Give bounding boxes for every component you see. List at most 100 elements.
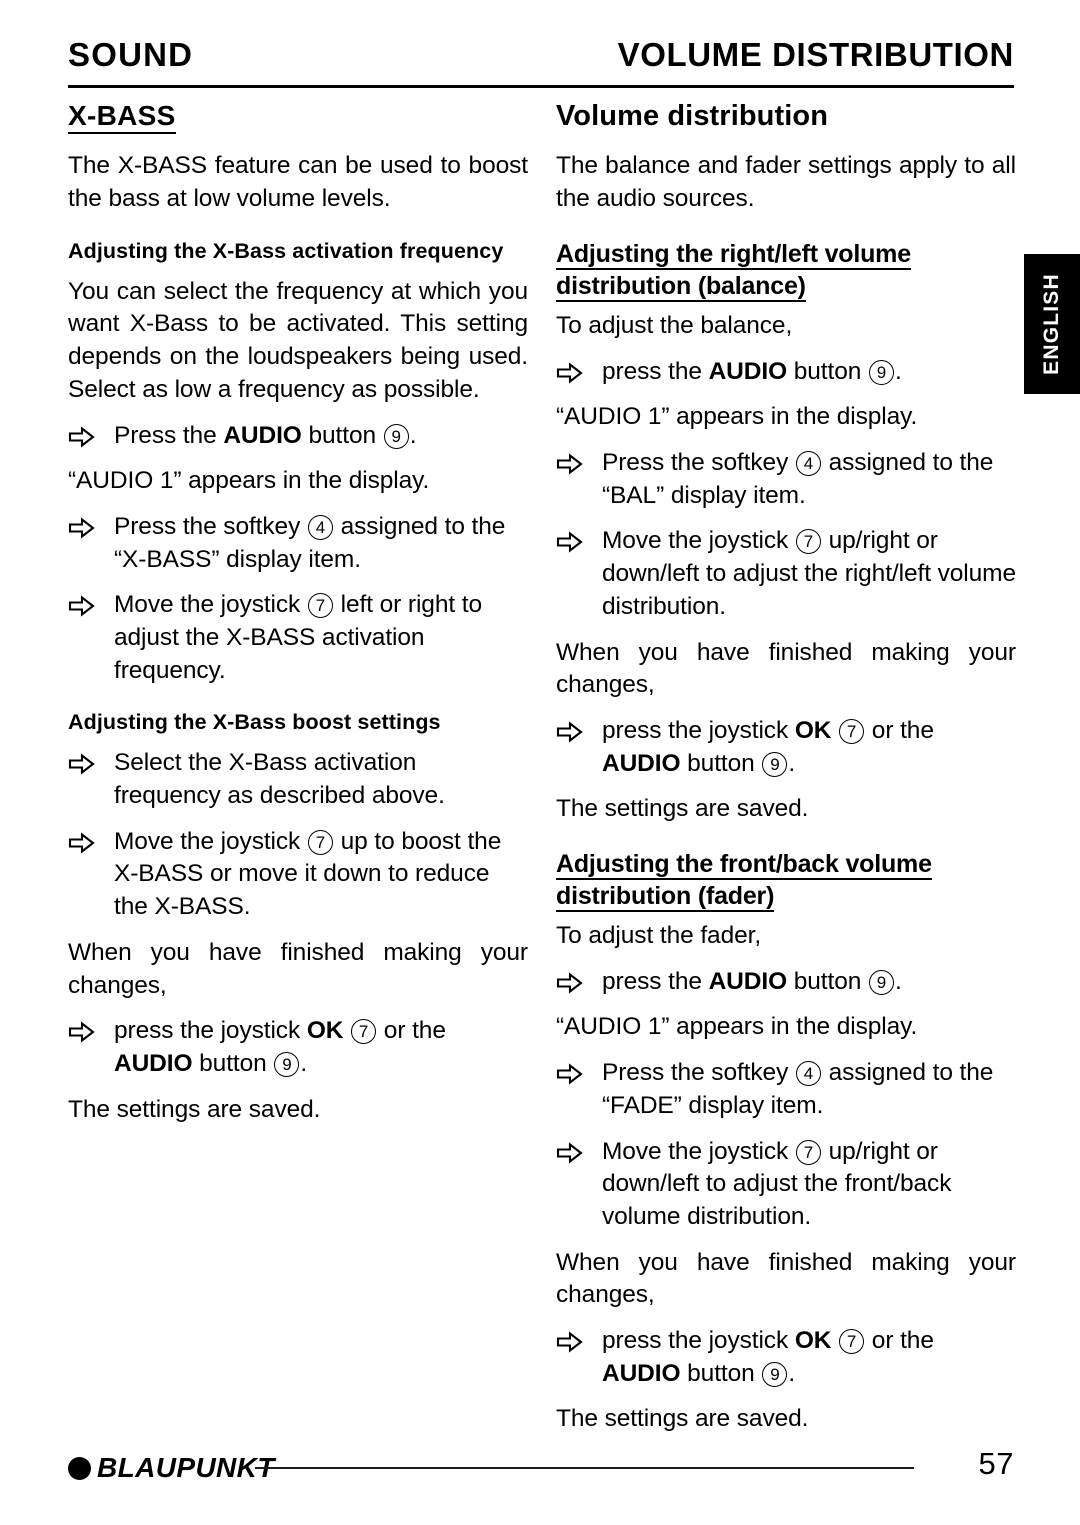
key-number-badge: 9 <box>762 751 788 777</box>
step-text-part: . <box>788 1359 796 1387</box>
step-text-part: Press the softkey <box>602 1059 795 1087</box>
subheading-fader-line2: distribution (fader) <box>556 882 775 911</box>
step-text-part <box>343 1017 350 1044</box>
step-move-joystick-frequency: Move the joystick 7 left or right to adj… <box>68 589 528 687</box>
language-tab-english: ENGLISH <box>1024 254 1080 394</box>
step-bold-audio: AUDIO <box>114 1050 193 1077</box>
subheading-fader-line1: Adjusting the front/back volume <box>556 850 932 879</box>
arrow-bullet-icon <box>68 1021 95 1043</box>
step-text-part: button <box>680 749 762 777</box>
step-text-part: or the <box>865 1327 934 1355</box>
subheading-fader: Adjusting the front/back volume distribu… <box>556 848 1016 912</box>
step-bold-ok: OK <box>306 1017 344 1045</box>
step-bold-ok: OK <box>794 1327 832 1355</box>
step-move-joystick-balance: Move the joystick 7 up/right or down/lef… <box>556 525 1016 623</box>
volume-intro-paragraph: The balance and fader settings apply to … <box>556 152 1016 213</box>
step-bold-audio: AUDIO <box>708 967 788 995</box>
page-number: 57 <box>978 1446 1014 1481</box>
brand-dot-icon <box>68 1456 91 1480</box>
balance-lead-text: To adjust the balance, <box>556 311 793 339</box>
fader-lead-text: To adjust the fader, <box>556 922 762 950</box>
note-audio1-display: “AUDIO 1” appears in the display. <box>556 1013 918 1041</box>
note-settings-saved: The settings are saved. <box>556 1405 809 1433</box>
key-number-badge: 9 <box>868 969 894 995</box>
step-text-part: press the <box>602 967 709 995</box>
left-column: X-BASS The X-BASS feature can be used to… <box>68 100 528 1139</box>
step-text-part: Move the joystick <box>602 1137 795 1165</box>
step-text-part: press the joystick <box>602 1327 795 1355</box>
key-number-badge: 7 <box>839 718 865 744</box>
step-press-audio-button-balance: press the AUDIO button 9. <box>556 356 1016 389</box>
key-number-badge: 9 <box>383 423 409 449</box>
step-text-part: Press the <box>114 421 224 449</box>
step-move-joystick-fader: Move the joystick 7 up/right or down/lef… <box>556 1136 1016 1234</box>
step-press-softkey-fade: Press the softkey 4 assigned to the “FAD… <box>556 1057 1016 1122</box>
step-text-part: Select the X-Bass activation frequency a… <box>114 749 445 810</box>
note-finished-changes: When you have finished making your chang… <box>556 638 1016 699</box>
arrow-bullet-icon <box>68 517 95 539</box>
step-press-softkey-xbass: Press the softkey 4 assigned to the “X-B… <box>68 511 528 576</box>
key-number-badge: 9 <box>762 1361 788 1387</box>
right-column: Volume distribution The balance and fade… <box>556 100 1016 1449</box>
header-title-volume-distribution: VOLUME DISTRIBUTION <box>617 36 1014 73</box>
arrow-bullet-icon <box>556 1331 583 1353</box>
step-text-part: Press the softkey <box>602 448 795 476</box>
note-settings-saved: The settings are saved. <box>556 795 809 823</box>
step-press-joystick-ok-save: press the joystick OK 7 or the AUDIO but… <box>68 1015 528 1080</box>
step-press-joystick-ok-save-balance: press the joystick OK 7 or the AUDIO but… <box>556 715 1016 780</box>
section-heading-xbass: X-BASS <box>68 100 176 135</box>
brand-name-label: BLAUPUNKT <box>97 1452 275 1483</box>
key-number-badge: 4 <box>795 450 821 476</box>
step-text-part: . <box>409 421 417 449</box>
arrow-bullet-icon <box>556 972 583 994</box>
footer-divider <box>255 1467 914 1469</box>
step-text-part: button <box>301 421 383 449</box>
step-text-part: or the <box>865 716 934 744</box>
subheading-xbass-boost-settings: Adjusting the X-Bass boost settings <box>68 710 441 735</box>
step-press-joystick-ok-save-fader: press the joystick OK 7 or the AUDIO but… <box>556 1325 1016 1390</box>
step-text-part: . <box>894 357 902 385</box>
step-text-part: Press the softkey <box>114 512 307 540</box>
step-text-part: button <box>787 967 868 995</box>
key-number-badge: 4 <box>795 1061 821 1087</box>
step-text-part: or the <box>377 1017 446 1045</box>
step-text-part: . <box>788 749 796 777</box>
step-text-part: press the joystick <box>602 716 795 744</box>
subheading-balance-line2: distribution (balance) <box>556 271 806 300</box>
step-select-activation-frequency: Select the X-Bass activation frequency a… <box>68 747 528 812</box>
step-text-part: . <box>300 1050 308 1077</box>
page-footer: BLAUPUNKT 57 <box>68 1446 1014 1496</box>
page-header: SOUND VOLUME DISTRIBUTION <box>68 36 1014 84</box>
key-number-badge: 7 <box>351 1019 377 1045</box>
arrow-bullet-icon <box>68 753 95 776</box>
subheading-xbass-activation-frequency: Adjusting the X-Bass activation frequenc… <box>68 238 504 263</box>
subheading-balance: Adjusting the right/left volume distribu… <box>556 238 1016 302</box>
step-move-joystick-boost: Move the joystick 7 up to boost the X-BA… <box>68 826 528 924</box>
manual-page: SOUND VOLUME DISTRIBUTION ENGLISH X-BASS… <box>0 0 1080 1525</box>
xbass-intro-paragraph: The X-BASS feature can be used to boost … <box>68 152 528 213</box>
step-bold-audio: AUDIO <box>708 357 788 385</box>
step-text-part: press the joystick <box>114 1017 307 1045</box>
arrow-bullet-icon <box>556 531 583 554</box>
key-number-badge: 7 <box>795 529 821 555</box>
step-text-part: . <box>894 967 902 995</box>
key-number-badge: 7 <box>307 829 333 855</box>
arrow-bullet-icon <box>68 595 95 617</box>
arrow-bullet-icon <box>68 832 95 854</box>
header-title-sound: SOUND <box>68 36 194 73</box>
note-audio1-display: “AUDIO 1” appears in the display. <box>68 467 430 495</box>
section-heading-volume-distribution: Volume distribution <box>556 100 829 132</box>
step-bold-ok: OK <box>794 716 832 744</box>
subheading-balance-line1: Adjusting the right/left volume <box>556 239 911 268</box>
key-number-badge: 9 <box>274 1052 300 1077</box>
step-text-part: button <box>787 357 868 385</box>
step-bold-audio: AUDIO <box>602 1359 681 1387</box>
arrow-bullet-icon <box>556 721 583 743</box>
xbass-frequency-paragraph: You can select the frequency at which yo… <box>68 277 528 403</box>
step-bold-audio: AUDIO <box>602 749 681 777</box>
key-number-badge: 7 <box>839 1329 865 1355</box>
step-text-part: Move the joystick <box>602 527 795 555</box>
key-number-badge: 4 <box>307 514 333 540</box>
step-text-part: button <box>680 1359 762 1387</box>
step-text-part: button <box>192 1050 274 1077</box>
